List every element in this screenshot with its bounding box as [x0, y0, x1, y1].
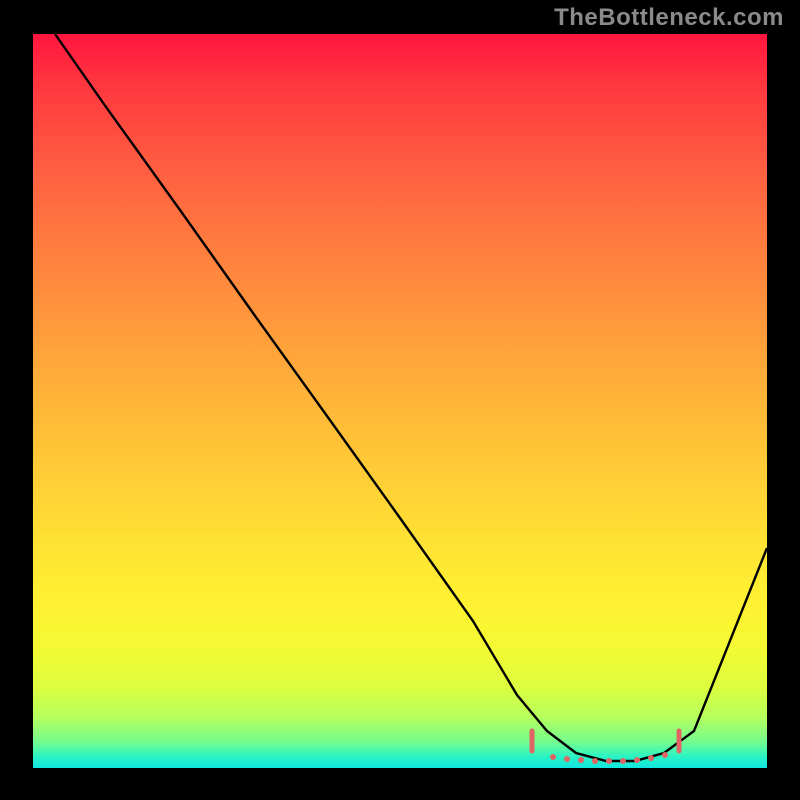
chart-svg	[33, 34, 767, 768]
chart-frame: TheBottleneck.com	[0, 0, 800, 800]
watermark-text: TheBottleneck.com	[554, 4, 784, 32]
bottleneck-curve-line	[55, 34, 767, 761]
